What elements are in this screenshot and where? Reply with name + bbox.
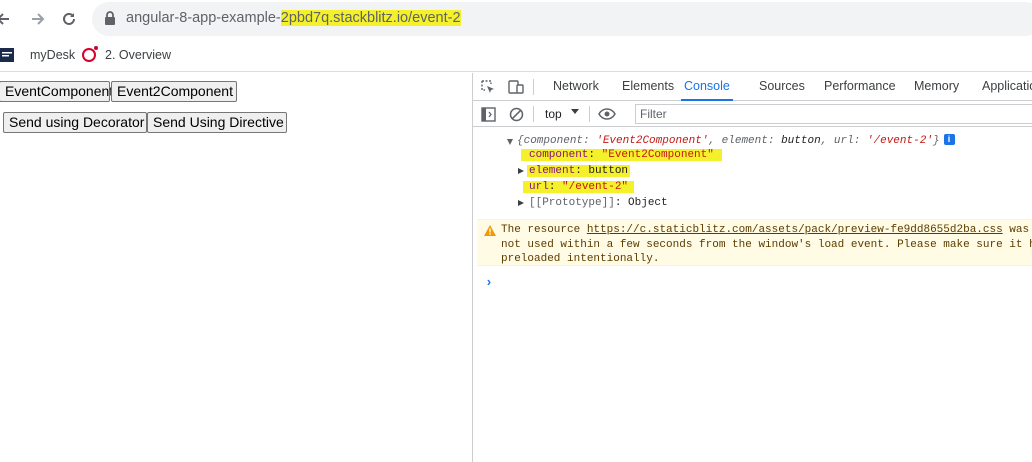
url-path: /event-2 <box>408 10 461 26</box>
summary-key: url <box>833 135 854 147</box>
bookmark-mydesk[interactable]: myDesk <box>0 46 75 64</box>
tab-memory[interactable]: Memory <box>914 73 959 101</box>
devtools-tab-bar: Network Elements Console Sources Perform… <box>473 73 1032 101</box>
warning-text: The resource https://c.staticblitz.com/a… <box>501 223 1032 267</box>
prop-value: "Event2Component" <box>601 149 714 161</box>
bookmark-overview[interactable]: 2. Overview <box>82 46 171 64</box>
summary-value: button <box>781 135 821 147</box>
event2-component-button[interactable]: Event2Component <box>111 81 237 102</box>
page-viewport: EventComponent Event2Component Send usin… <box>0 73 472 462</box>
context-selector[interactable]: top <box>545 107 562 121</box>
event-component-button[interactable]: EventComponent <box>0 81 113 102</box>
inspect-element-icon[interactable] <box>479 78 497 96</box>
back-button[interactable] <box>0 8 14 30</box>
console-toolbar: top <box>473 101 1032 127</box>
bookmark-label: 2. Overview <box>105 48 171 62</box>
tab-network[interactable]: Network <box>553 73 599 101</box>
url-host-plain: angular-8-app-example- <box>126 10 281 26</box>
prop-value: "/event-2" <box>562 181 629 193</box>
tab-console[interactable]: Console <box>681 73 733 101</box>
log-prop-component: component: "Event2Component" <box>521 149 722 161</box>
tab-sources[interactable]: Sources <box>759 73 805 101</box>
log-object-summary[interactable]: {component: 'Event2Component', element: … <box>517 134 955 147</box>
toolbar-separator <box>589 106 590 122</box>
prop-key: component <box>529 149 589 161</box>
send-using-directive-button[interactable]: Send Using Directive <box>147 112 287 133</box>
back-arrow-icon <box>0 13 9 25</box>
live-expression-eye-icon[interactable] <box>598 105 616 123</box>
bookmark-label: myDesk <box>30 48 76 62</box>
info-icon[interactable]: i <box>943 134 955 145</box>
send-using-decorator-button[interactable]: Send using Decorator <box>3 112 147 133</box>
warning-line3: preloaded intentionally. <box>501 253 660 265</box>
prop-value: Object <box>628 197 668 209</box>
toolbar-separator <box>533 106 534 122</box>
summary-value: 'Event2Component' <box>596 135 709 147</box>
console-warning-message: The resource https://c.staticblitz.com/a… <box>477 219 1032 266</box>
bookmarks-bar: myDesk 2. Overview <box>0 38 1032 72</box>
summary-key: component <box>523 135 584 147</box>
prop-key: [[Prototype]] <box>529 197 615 209</box>
forward-arrow-icon <box>32 13 45 25</box>
warning-line2: not used within a few seconds from the w… <box>501 238 1032 251</box>
summary-brace: { <box>517 135 524 147</box>
warning-resource-link[interactable]: https://c.staticblitz.com/assets/pack/pr… <box>587 224 1003 236</box>
lock-icon <box>105 11 115 25</box>
overview-favicon-icon <box>82 46 98 62</box>
warning-triangle-icon <box>484 225 496 236</box>
tab-performance[interactable]: Performance <box>824 73 896 101</box>
mydesk-favicon-icon <box>0 48 14 62</box>
forward-button[interactable] <box>27 8 49 30</box>
log-prop-element[interactable]: element: button <box>527 165 631 177</box>
tab-elements[interactable]: Elements <box>622 73 674 101</box>
console-filter-input[interactable] <box>635 104 1032 124</box>
tab-application[interactable]: Applicatio <box>982 73 1032 101</box>
devtools-panel: Network Elements Console Sources Perform… <box>473 73 1032 462</box>
warning-line1-post: was <box>1002 224 1030 236</box>
sidebar-toggle-icon[interactable] <box>479 105 497 123</box>
clear-console-icon[interactable] <box>507 105 525 123</box>
address-bar[interactable]: angular-8-app-example-2pbd7q.stackblitz.… <box>92 2 1032 36</box>
console-prompt-chevron-icon[interactable]: › <box>485 275 493 290</box>
log-prop-prototype[interactable]: [[Prototype]]: Object <box>529 197 668 209</box>
prop-value: button <box>588 165 629 177</box>
reload-icon <box>63 12 75 25</box>
log-prop-url: url: "/event-2" <box>523 181 635 193</box>
summary-value: '/event-2' <box>866 135 933 147</box>
reload-button[interactable] <box>58 8 80 30</box>
summary-brace: } <box>932 135 940 147</box>
chevron-down-icon <box>571 109 579 114</box>
expand-toggle-icon[interactable] <box>518 200 524 206</box>
url-text: angular-8-app-example-2pbd7q.stackblitz.… <box>126 10 461 26</box>
expand-toggle-icon[interactable] <box>507 139 513 145</box>
warning-line1-pre: The resource <box>501 224 587 236</box>
prop-key: element <box>529 165 576 177</box>
browser-toolbar: angular-8-app-example-2pbd7q.stackblitz.… <box>0 0 1032 38</box>
prop-key: url <box>529 181 549 193</box>
url-host-highlight: 2pbd7q.stackblitz.io <box>280 10 409 26</box>
device-toolbar-icon[interactable] <box>507 78 525 96</box>
summary-key: element <box>721 135 768 147</box>
tab-separator <box>533 79 534 95</box>
expand-toggle-icon[interactable] <box>518 168 524 174</box>
